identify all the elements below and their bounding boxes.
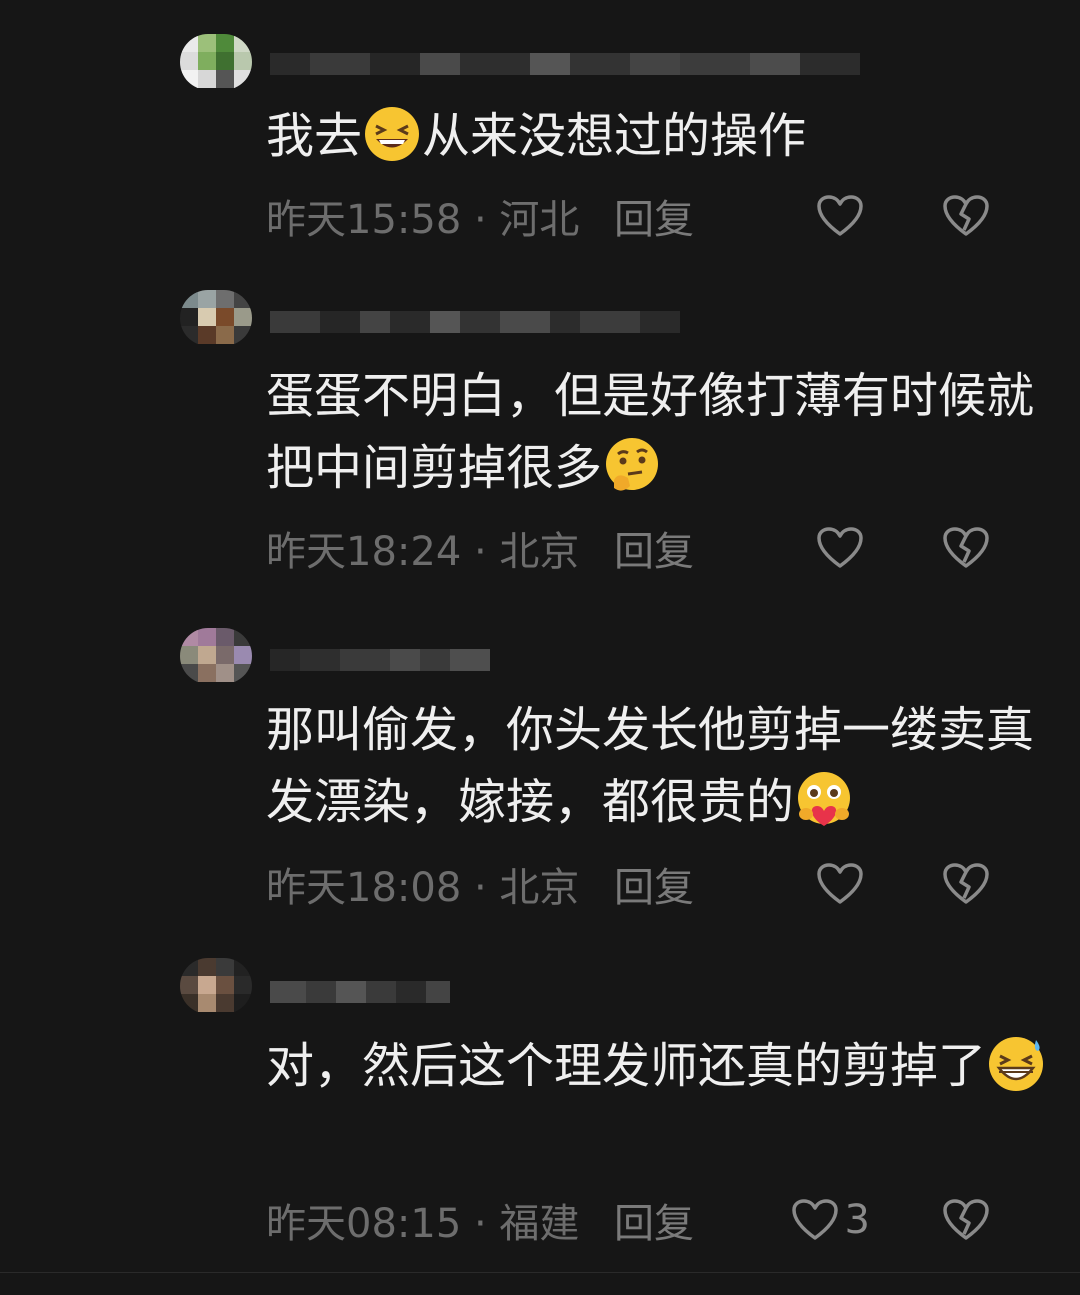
- like-button[interactable]: [816, 192, 870, 240]
- comment-text: 那叫偷发，你头发长他剪掉一缕卖真发漂染，嫁接，都很贵的: [266, 694, 1046, 838]
- time-location: 昨天18:24 · 北京: [266, 529, 580, 575]
- like-count: 3: [844, 1197, 870, 1243]
- heart-icon: [791, 1199, 838, 1240]
- thinking-face-icon: [606, 438, 659, 491]
- comment-text: 对，然后这个理发师还真的剪掉了: [266, 1030, 1046, 1102]
- username-blurred[interactable]: [270, 972, 450, 1012]
- username-blurred[interactable]: [270, 302, 680, 342]
- comment-meta: 昨天18:08 · 北京 回复: [266, 856, 1046, 912]
- grinning-sweat-face-icon: [989, 1037, 1044, 1091]
- reply-button[interactable]: 回复: [614, 855, 694, 913]
- username-blurred[interactable]: [270, 640, 490, 680]
- broken-heart-icon[interactable]: [942, 524, 990, 572]
- comment-meta: 昨天18:24 · 北京 回复: [266, 520, 1046, 576]
- comment-text-part: 我去: [266, 108, 363, 164]
- avatar[interactable]: [180, 34, 252, 90]
- reply-button[interactable]: 回复: [614, 187, 694, 245]
- like-button[interactable]: [816, 860, 870, 908]
- comment-meta: 昨天08:15 · 福建 回复 3: [266, 1192, 1046, 1248]
- divider: [0, 1272, 1080, 1273]
- grinning-squint-face-icon: [365, 107, 420, 161]
- hugging-heart-face-icon: [798, 772, 851, 826]
- heart-icon: [817, 527, 863, 568]
- time-location: 昨天15:58 · 河北: [266, 197, 580, 243]
- avatar[interactable]: [180, 958, 252, 1014]
- avatar[interactable]: [180, 290, 252, 346]
- time-location: 昨天18:08 · 北京: [266, 865, 580, 911]
- comment-text-part: 从来没想过的操作: [422, 108, 807, 164]
- time-location: 昨天08:15 · 福建: [266, 1201, 580, 1247]
- like-button[interactable]: [816, 524, 870, 572]
- reply-button[interactable]: 回复: [614, 519, 694, 577]
- comment-text: 我去 从来没想过的操作: [266, 100, 1046, 172]
- comment-text-part: 那叫偷发，你头发长他剪掉一缕卖真发漂染，嫁接，都很贵的: [266, 702, 1035, 830]
- like-button[interactable]: 3: [791, 1196, 870, 1244]
- heart-icon: [817, 863, 863, 904]
- avatar[interactable]: [180, 628, 252, 684]
- broken-heart-icon[interactable]: [942, 1196, 990, 1244]
- heart-icon: [817, 195, 863, 236]
- comment-meta: 昨天15:58 · 河北 回复: [266, 188, 1046, 244]
- broken-heart-icon[interactable]: [942, 192, 990, 240]
- broken-heart-icon[interactable]: [942, 860, 990, 908]
- comment-text-part: 对，然后这个理发师还真的剪掉了: [266, 1038, 987, 1094]
- reply-button[interactable]: 回复: [614, 1191, 694, 1249]
- comment-text: 蛋蛋不明白，但是好像打薄有时候就把中间剪掉很多: [266, 360, 1046, 504]
- username-blurred[interactable]: [270, 44, 860, 84]
